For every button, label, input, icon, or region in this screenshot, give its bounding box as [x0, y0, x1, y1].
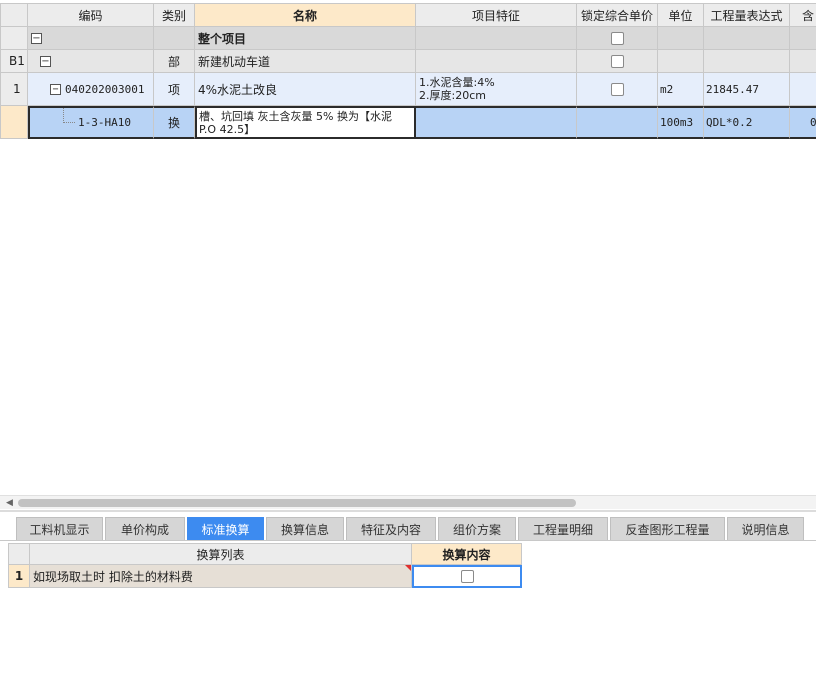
feature-line: 2.厚度:20cm	[419, 89, 486, 102]
col-header-extra[interactable]: 含	[790, 3, 816, 27]
corner-cell	[8, 543, 30, 565]
lock-price-cell	[577, 27, 658, 50]
extra-cell	[790, 73, 816, 106]
type-cell: 部	[154, 50, 195, 73]
row-index	[0, 106, 28, 139]
row-index: 1	[0, 73, 28, 106]
name-line: P.O 42.5】	[199, 122, 256, 136]
unit-cell	[658, 27, 704, 50]
lock-price-checkbox[interactable]	[610, 82, 624, 96]
col-header-conversion-content[interactable]: 换算内容	[412, 543, 522, 565]
lock-price-checkbox[interactable]	[610, 31, 624, 45]
type-cell	[154, 27, 195, 50]
comment-marker-icon	[405, 565, 411, 571]
type-cell: 项	[154, 73, 195, 106]
code-cell: −	[28, 27, 154, 50]
lock-price-cell	[577, 50, 658, 73]
unit-cell: m2	[658, 73, 704, 106]
qty-expr-cell	[704, 50, 790, 73]
feature-cell: 1.水泥含量:4% 2.厚度:20cm	[416, 73, 577, 106]
feature-cell	[416, 106, 577, 139]
col-header-qty-expr[interactable]: 工程量表达式	[704, 3, 790, 27]
tab-conversion-info[interactable]: 换算信息	[266, 517, 344, 540]
code-cell: −	[28, 50, 154, 73]
tab-features-content[interactable]: 特征及内容	[346, 517, 436, 540]
qty-expr-cell: 21845.47	[704, 73, 790, 106]
code-text: 1-3-HA10	[78, 116, 131, 129]
collapse-icon[interactable]: −	[31, 32, 42, 44]
code-cell[interactable]: 1-3-HA10	[28, 106, 154, 139]
qty-expr-cell	[704, 27, 790, 50]
unit-cell	[658, 50, 704, 73]
pane-divider[interactable]	[0, 510, 816, 512]
code-text: 040202003001	[65, 82, 145, 96]
feature-cell	[416, 27, 577, 50]
col-header-code[interactable]: 编码	[28, 3, 154, 27]
col-header-conversion-list[interactable]: 换算列表	[30, 543, 412, 565]
name-cell: 4%水泥土改良	[195, 73, 416, 106]
scroll-left-icon[interactable]: ◀	[6, 498, 13, 508]
tab-quantity-detail[interactable]: 工程量明细	[518, 517, 608, 540]
name-cell: 整个项目	[195, 27, 416, 50]
conversion-content-cell[interactable]	[412, 565, 522, 588]
col-header-unit[interactable]: 单位	[658, 3, 704, 27]
conversion-item-label: 如现场取土时 扣除土的材料费	[33, 569, 193, 584]
lock-price-cell	[577, 73, 658, 106]
tab-baseline	[0, 540, 816, 541]
extra-cell: 0	[790, 106, 816, 139]
code-cell: − 040202003001	[28, 73, 154, 106]
horizontal-scrollbar[interactable]: ◀	[0, 495, 816, 509]
row-index: B1	[0, 50, 28, 73]
extra-cell	[790, 50, 816, 73]
collapse-icon[interactable]: −	[40, 55, 51, 67]
tab-reverse-graphic-quantity[interactable]: 反查图形工程量	[610, 517, 725, 540]
tab-labor-material[interactable]: 工料机显示	[16, 517, 103, 540]
tab-pricing-scheme[interactable]: 组价方案	[438, 517, 516, 540]
extra-cell	[790, 27, 816, 50]
tree-line-icon	[63, 108, 75, 123]
col-header-feature[interactable]: 项目特征	[416, 3, 577, 27]
name-cell: 新建机动车道	[195, 50, 416, 73]
feature-line: 1.水泥含量:4%	[419, 76, 495, 89]
row-index: 1	[8, 565, 30, 588]
tab-unit-price[interactable]: 单价构成	[105, 517, 185, 540]
col-header-lock-price[interactable]: 锁定综合单价	[577, 3, 658, 27]
scrollbar-thumb[interactable]	[18, 499, 576, 507]
type-cell: 换	[154, 106, 195, 139]
name-line: 槽、坑回填 灰土含灰量 5% 换为【水泥	[199, 109, 392, 123]
conversion-item-text: 如现场取土时 扣除土的材料费	[30, 565, 412, 588]
tab-description[interactable]: 说明信息	[727, 517, 804, 540]
conversion-checkbox[interactable]	[460, 570, 474, 583]
name-cell-editing[interactable]: 槽、坑回填 灰土含灰量 5% 换为【水泥 P.O 42.5】	[195, 106, 416, 139]
lock-price-checkbox[interactable]	[610, 54, 624, 68]
unit-cell: 100m3	[658, 106, 704, 139]
feature-cell	[416, 50, 577, 73]
lock-price-cell	[577, 106, 658, 139]
col-header-type[interactable]: 类别	[154, 3, 195, 27]
col-header-name[interactable]: 名称	[195, 3, 416, 27]
row-index	[0, 27, 28, 50]
corner-cell	[0, 3, 28, 27]
tab-standard-conversion[interactable]: 标准换算	[187, 517, 264, 540]
qty-expr-cell: QDL*0.2	[704, 106, 790, 139]
collapse-icon[interactable]: −	[50, 83, 61, 95]
